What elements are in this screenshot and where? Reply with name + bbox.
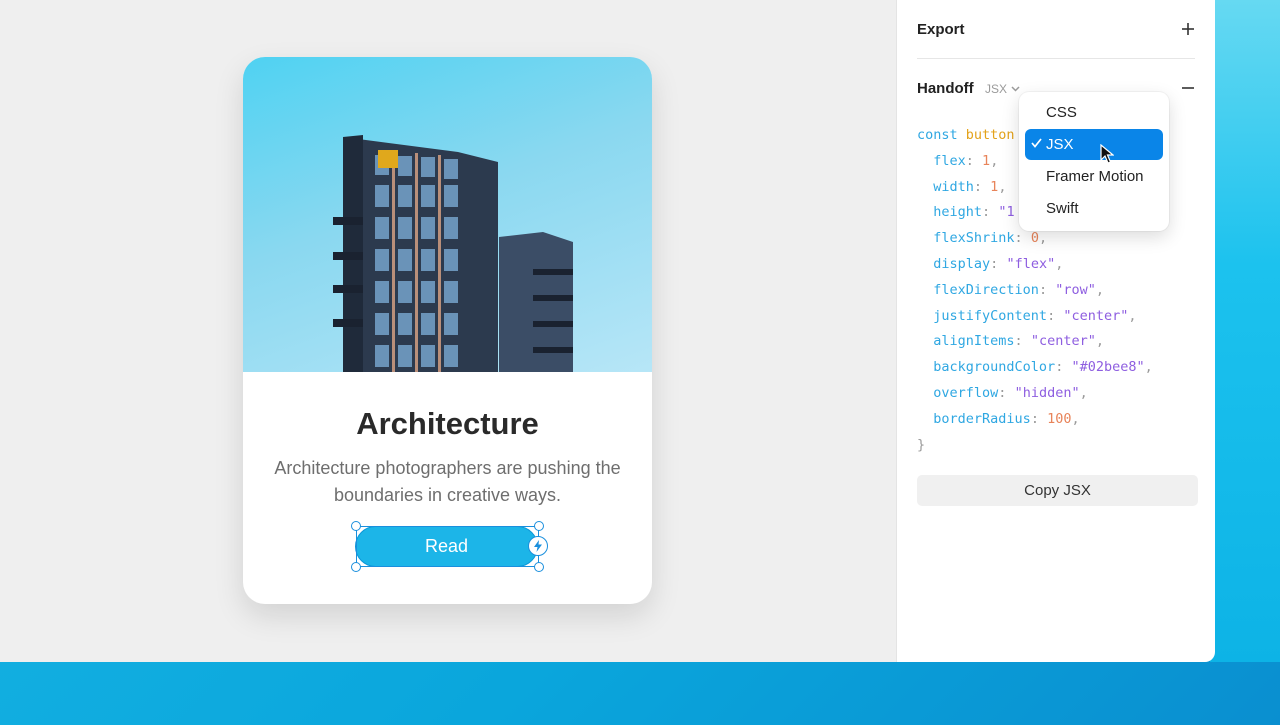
code-line: width: 1, bbox=[933, 178, 1007, 195]
code-line: flexDirection: "row", bbox=[933, 281, 1104, 298]
chevron-down-icon bbox=[1011, 86, 1020, 92]
dropdown-option-label: JSX bbox=[1046, 136, 1074, 153]
card-title: Architecture bbox=[356, 406, 539, 441]
plus-icon[interactable] bbox=[1181, 22, 1195, 36]
dropdown-option-label: CSS bbox=[1046, 104, 1077, 121]
format-selector-label: JSX bbox=[985, 82, 1008, 96]
background-glow bbox=[1210, 0, 1280, 662]
code-line: borderRadius: 100, bbox=[933, 410, 1080, 427]
format-selector[interactable]: JSX bbox=[985, 82, 1020, 96]
mouse-cursor-icon bbox=[1100, 144, 1114, 164]
handoff-section-title: Handoff bbox=[917, 80, 974, 97]
export-section-title: Export bbox=[917, 21, 965, 38]
minus-icon[interactable] bbox=[1181, 81, 1195, 95]
code-closing-brace: } bbox=[917, 436, 926, 453]
code-line: justifyContent: "center", bbox=[933, 307, 1137, 324]
checkmark-icon bbox=[1031, 138, 1042, 148]
dropdown-option-jsx[interactable]: JSX bbox=[1025, 129, 1163, 160]
dropdown-option-label: Swift bbox=[1046, 200, 1079, 217]
card-image-building bbox=[243, 57, 652, 372]
dropdown-option-label: Framer Motion bbox=[1046, 168, 1144, 185]
code-line: flex: 1, bbox=[933, 152, 999, 169]
code-line: alignItems: "center", bbox=[933, 333, 1104, 350]
code-keyword: const bbox=[917, 127, 958, 143]
interaction-bolt-icon[interactable] bbox=[528, 536, 548, 556]
resize-handle-bottom-left[interactable] bbox=[351, 562, 361, 572]
section-divider bbox=[917, 58, 1195, 59]
read-button[interactable]: Read bbox=[355, 526, 538, 567]
architecture-card[interactable]: Architecture Architecture photographers … bbox=[243, 57, 652, 604]
design-canvas[interactable]: Architecture Architecture photographers … bbox=[0, 0, 896, 662]
dropdown-option-swift[interactable]: Swift bbox=[1025, 193, 1163, 224]
resize-handle-bottom-right[interactable] bbox=[534, 562, 544, 572]
dropdown-option-framer-motion[interactable]: Framer Motion bbox=[1025, 161, 1163, 192]
code-line: height: "1 bbox=[933, 204, 1015, 221]
code-line: display: "flex", bbox=[933, 255, 1064, 272]
card-description: Architecture photographers are pushing t… bbox=[274, 458, 621, 505]
resize-handle-top-left[interactable] bbox=[351, 521, 361, 531]
copy-jsx-button[interactable]: Copy JSX bbox=[917, 475, 1198, 506]
code-line: backgroundColor: "#02bee8", bbox=[933, 359, 1153, 376]
format-dropdown-menu: CSS JSX Framer Motion Swift bbox=[1019, 92, 1169, 231]
code-line: flexShrink: 0, bbox=[933, 230, 1048, 247]
resize-handle-top-right[interactable] bbox=[534, 521, 544, 531]
code-variable: button bbox=[965, 127, 1015, 143]
code-line: overflow: "hidden", bbox=[933, 384, 1088, 401]
dropdown-option-css[interactable]: CSS bbox=[1025, 97, 1163, 128]
